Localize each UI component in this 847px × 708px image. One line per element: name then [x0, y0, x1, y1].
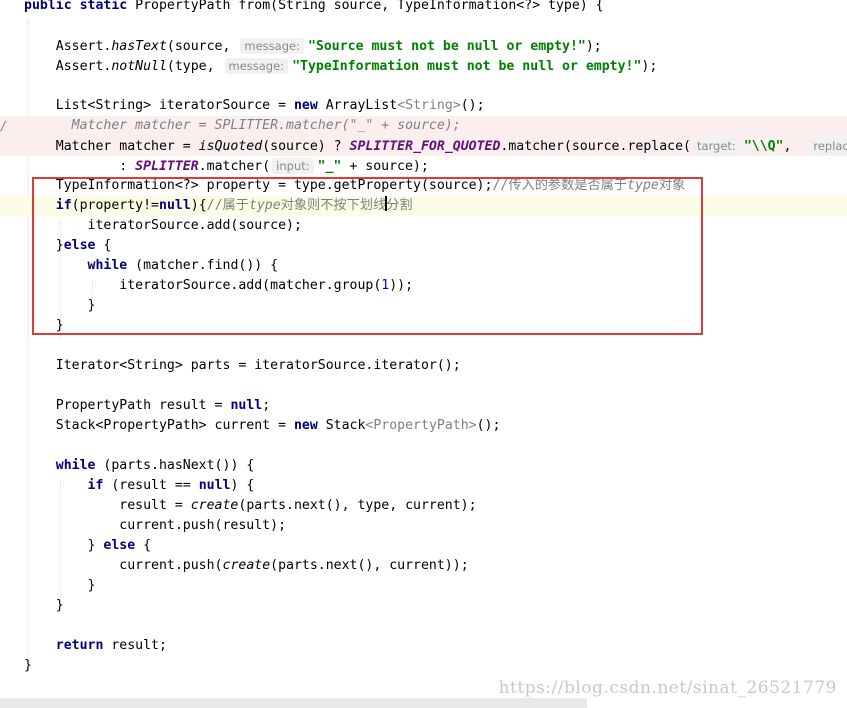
code-token: PropertyPath result =	[24, 398, 231, 413]
code-token: Assert.	[24, 39, 112, 54]
code-comment: Matcher matcher = SPLITTER.matcher("_" +…	[24, 118, 461, 133]
code-static-call: create	[222, 558, 271, 573]
parameter-hint: message:	[240, 38, 304, 54]
code-token: result =	[24, 498, 191, 513]
code-token: Matcher matcher =	[24, 139, 199, 154]
code-line[interactable]: Matcher matcher = isQuoted(source) ? SPL…	[0, 136, 847, 156]
code-line[interactable]: Matcher matcher = SPLITTER.matcher("_" +…	[0, 116, 847, 136]
code-string: "Source must not be null or empty!"	[307, 39, 586, 54]
code-static-call: notNull	[111, 59, 167, 74]
code-token: ,	[783, 139, 808, 154]
horizontal-scrollbar[interactable]	[0, 698, 587, 708]
code-line[interactable]: Iterator<String> parts = iteratorSource.…	[0, 356, 847, 376]
code-line[interactable]	[0, 616, 847, 636]
code-editor[interactable]: public static PropertyPath from(String s…	[0, 0, 847, 708]
code-token: PropertyPath from(String source, TypeInf…	[135, 0, 604, 13]
code-keyword: new	[293, 418, 326, 433]
code-line[interactable]: return result;	[0, 636, 847, 656]
gutter-comment-marker: /	[0, 119, 8, 133]
code-keyword: null	[198, 478, 231, 493]
code-line[interactable]: }	[0, 656, 847, 676]
code-line[interactable]: }	[0, 596, 847, 616]
code-line[interactable]: : SPLITTER.matcher(input: "_" + source);	[0, 156, 847, 176]
code-line[interactable]: public static PropertyPath from(String s…	[0, 0, 847, 16]
code-token: (parts.next(), current));	[270, 558, 469, 573]
code-string: "TypeInformation must not be null or emp…	[292, 59, 642, 74]
code-constant: SPLITTER_FOR_QUOTED	[349, 139, 501, 154]
code-token: (parts.next(), type, current);	[238, 498, 477, 513]
code-line[interactable]: Stack<PropertyPath> current = new Stack<…	[0, 416, 847, 436]
code-token: Iterator<String> parts = iteratorSource.…	[24, 358, 461, 373]
code-token: (source,	[166, 39, 239, 54]
code-line[interactable]	[0, 436, 847, 456]
code-token: ();	[476, 418, 501, 433]
code-line[interactable]: Assert.notNull(type, message: "TypeInform…	[0, 56, 847, 76]
code-keyword: else	[103, 538, 144, 553]
selection-highlight-box	[32, 177, 703, 335]
code-token: current.push(result);	[24, 518, 287, 533]
code-token: Assert.	[24, 59, 112, 74]
code-line[interactable]	[0, 376, 847, 396]
code-token: (result ==	[111, 478, 199, 493]
code-token: .matcher(	[198, 159, 271, 174]
code-keyword: return	[55, 638, 112, 653]
code-generic: <PropertyPath>	[365, 418, 477, 433]
code-keyword: while	[55, 458, 104, 473]
code-token: + source);	[341, 159, 429, 174]
code-line[interactable]: } else {	[0, 536, 847, 556]
code-line[interactable]: }	[0, 576, 847, 596]
code-line[interactable]: List<String> iteratorSource = new ArrayL…	[0, 96, 847, 116]
code-line[interactable]: PropertyPath result = null;	[0, 396, 847, 416]
code-token: }	[24, 578, 96, 593]
code-string: "_"	[317, 159, 342, 174]
parameter-hint: replac	[809, 138, 847, 154]
code-token: Stack<PropertyPath> current =	[24, 418, 294, 433]
code-string: "\\Q"	[743, 139, 784, 154]
code-line[interactable]	[0, 16, 847, 36]
code-line[interactable]: current.push(result);	[0, 516, 847, 536]
code-token: current.push(	[24, 558, 223, 573]
code-token: }	[24, 658, 32, 673]
code-keyword: public static	[24, 0, 136, 13]
watermark: https://blog.csdn.net/sinat_26521779	[498, 678, 837, 698]
code-line[interactable]	[0, 76, 847, 96]
code-token: (type,	[166, 59, 223, 74]
code-token: }	[24, 598, 64, 613]
code-line[interactable]	[0, 336, 847, 356]
code-token: ) {	[230, 478, 255, 493]
code-token: ;	[262, 398, 271, 413]
code-line[interactable]: current.push(create(parts.next(), curren…	[0, 556, 847, 576]
code-constant: SPLITTER	[135, 159, 199, 174]
code-line[interactable]: if (result == null) {	[0, 476, 847, 496]
code-token: .matcher(source.replace(	[500, 139, 691, 154]
code-line[interactable]: Assert.hasText(source, message: "Source m…	[0, 36, 847, 56]
code-token: }	[24, 538, 104, 553]
code-keyword: new	[293, 98, 326, 113]
code-line[interactable]: result = create(parts.next(), type, curr…	[0, 496, 847, 516]
code-token: ();	[460, 98, 485, 113]
code-keyword: if	[87, 478, 112, 493]
code-token: {	[143, 538, 152, 553]
code-static-call: isQuoted	[198, 139, 263, 154]
code-token: :	[24, 159, 136, 174]
code-static-call: hasText	[111, 39, 167, 54]
code-token: List<String> iteratorSource =	[24, 98, 294, 113]
code-token: );	[641, 59, 658, 74]
parameter-hint: message:	[224, 58, 289, 74]
code-line[interactable]: while (parts.hasNext()) {	[0, 456, 847, 476]
code-keyword: null	[230, 398, 263, 413]
code-token: result;	[111, 638, 167, 653]
parameter-hint: target:	[692, 138, 740, 154]
code-generic: <String>	[397, 98, 461, 113]
parameter-hint: input:	[272, 158, 314, 174]
code-token: (source) ?	[262, 139, 350, 154]
code-token: );	[585, 39, 602, 54]
code-token: (parts.hasNext()) {	[103, 458, 255, 473]
code-token: ArrayList	[325, 98, 398, 113]
code-token: Stack	[325, 418, 366, 433]
code-static-call: create	[190, 498, 239, 513]
